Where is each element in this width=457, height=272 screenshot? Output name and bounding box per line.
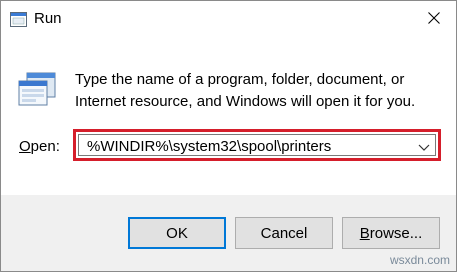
browse-button[interactable]: Browse... bbox=[342, 217, 440, 249]
prompt-line-2: Internet resource, and Windows will open… bbox=[75, 93, 416, 110]
ok-button[interactable]: OK bbox=[128, 217, 226, 249]
browse-label-rest: rowse... bbox=[369, 224, 423, 242]
open-label-accesskey: O bbox=[19, 138, 31, 155]
prompt-line-1: Type the name of a program, folder, docu… bbox=[75, 71, 405, 88]
prompt-text: Type the name of a program, folder, docu… bbox=[75, 69, 445, 113]
chevron-down-icon[interactable] bbox=[417, 140, 431, 152]
run-app-icon bbox=[10, 12, 27, 27]
watermark: wsxdn.com bbox=[389, 253, 450, 267]
open-combobox-highlight[interactable]: %WINDIR%\system32\spool\printers bbox=[73, 129, 441, 161]
title-bar[interactable]: Run bbox=[1, 1, 456, 39]
close-icon bbox=[428, 11, 440, 29]
open-input[interactable]: %WINDIR%\system32\spool\printers bbox=[87, 138, 331, 155]
window-title: Run bbox=[34, 10, 62, 27]
run-program-icon bbox=[17, 71, 57, 107]
close-button[interactable] bbox=[412, 1, 456, 39]
run-dialog: Run Type the name of a program, folder, … bbox=[0, 0, 457, 272]
cancel-button[interactable]: Cancel bbox=[235, 217, 333, 249]
open-label: Open: bbox=[19, 138, 60, 155]
open-label-rest: pen: bbox=[30, 138, 60, 155]
open-combobox[interactable]: %WINDIR%\system32\spool\printers bbox=[78, 134, 436, 156]
browse-accesskey: B bbox=[359, 224, 370, 242]
